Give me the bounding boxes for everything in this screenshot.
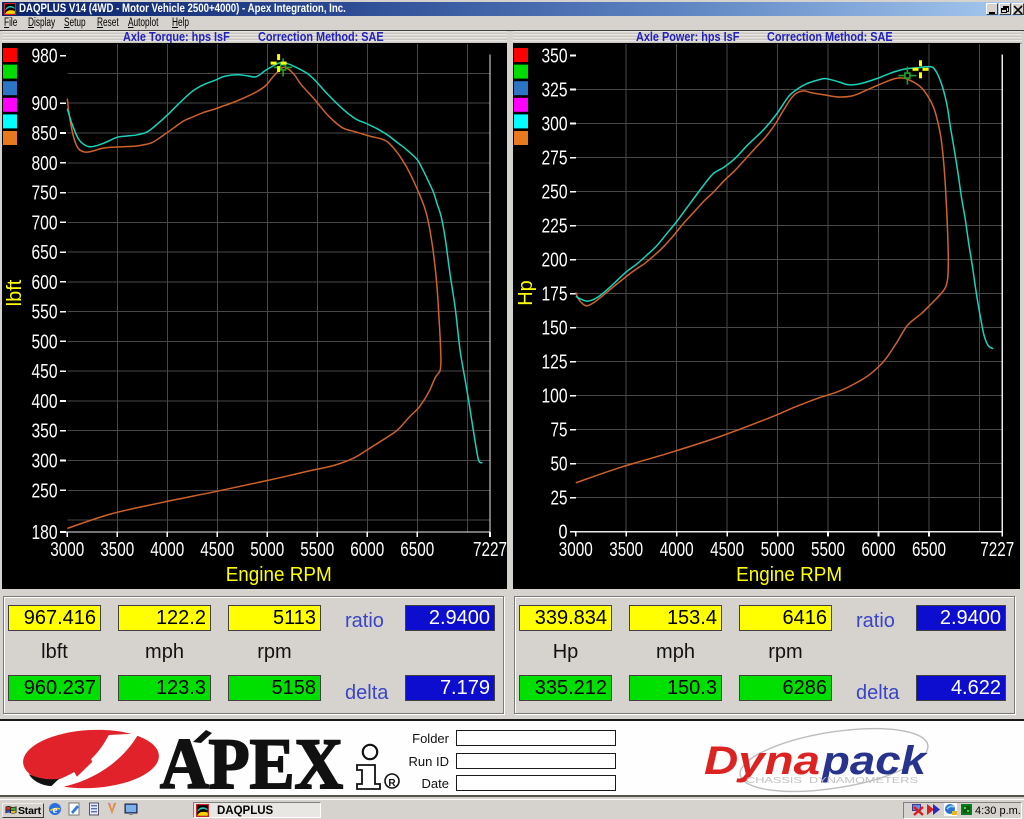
- svg-text:6000: 6000: [862, 539, 896, 561]
- svg-text:APEX: APEX: [160, 724, 343, 797]
- svg-text:5000: 5000: [761, 539, 795, 561]
- svg-text:100: 100: [542, 386, 568, 408]
- svg-text:350: 350: [32, 421, 58, 443]
- svg-text:4500: 4500: [200, 539, 234, 561]
- svg-text:Engine RPM: Engine RPM: [226, 564, 332, 586]
- svg-text:3000: 3000: [50, 539, 84, 561]
- svg-text:5500: 5500: [811, 539, 845, 561]
- svg-text:125: 125: [542, 352, 568, 374]
- svg-text:25: 25: [551, 488, 568, 510]
- svg-text:300: 300: [32, 451, 58, 473]
- svg-text:5500: 5500: [300, 539, 334, 561]
- svg-text:700: 700: [32, 212, 58, 234]
- svg-text:4500: 4500: [710, 539, 744, 561]
- svg-text:175: 175: [542, 284, 568, 306]
- svg-text:350: 350: [542, 46, 568, 68]
- svg-text:225: 225: [542, 216, 568, 238]
- svg-text:7227: 7227: [980, 539, 1014, 561]
- svg-text:R: R: [388, 778, 396, 789]
- svg-text:5000: 5000: [250, 539, 284, 561]
- svg-text:325: 325: [542, 80, 568, 102]
- svg-text:275: 275: [542, 148, 568, 170]
- svg-text:250: 250: [32, 480, 58, 502]
- svg-text:Hp: Hp: [515, 280, 537, 306]
- svg-text:7227: 7227: [473, 539, 507, 561]
- svg-text:250: 250: [542, 182, 568, 204]
- svg-text:200: 200: [542, 250, 568, 272]
- svg-text:400: 400: [32, 391, 58, 413]
- svg-text:450: 450: [32, 361, 58, 383]
- svg-text:75: 75: [551, 420, 568, 442]
- svg-text:CHASSIS DYNAMOMETERS: CHASSIS DYNAMOMETERS: [746, 776, 918, 785]
- svg-text:500: 500: [32, 331, 58, 353]
- svg-text:lbft: lbft: [4, 279, 26, 306]
- svg-text:6500: 6500: [400, 539, 434, 561]
- svg-text:650: 650: [32, 242, 58, 264]
- svg-text:3000: 3000: [559, 539, 593, 561]
- svg-text:300: 300: [542, 114, 568, 136]
- svg-text:6000: 6000: [350, 539, 384, 561]
- svg-text:4000: 4000: [150, 539, 184, 561]
- svg-text:550: 550: [32, 302, 58, 324]
- svg-text:6500: 6500: [912, 539, 946, 561]
- svg-text:900: 900: [32, 93, 58, 115]
- svg-text:3500: 3500: [609, 539, 643, 561]
- svg-text:150: 150: [542, 318, 568, 340]
- svg-text:850: 850: [32, 123, 58, 145]
- svg-text:750: 750: [32, 183, 58, 205]
- svg-text:50: 50: [551, 454, 568, 476]
- svg-text:800: 800: [32, 153, 58, 175]
- svg-text:Engine RPM: Engine RPM: [736, 564, 842, 586]
- svg-text:600: 600: [32, 272, 58, 294]
- svg-text:4000: 4000: [660, 539, 694, 561]
- svg-text:980: 980: [32, 46, 58, 68]
- svg-text:e: e: [53, 804, 58, 816]
- svg-text:3500: 3500: [100, 539, 134, 561]
